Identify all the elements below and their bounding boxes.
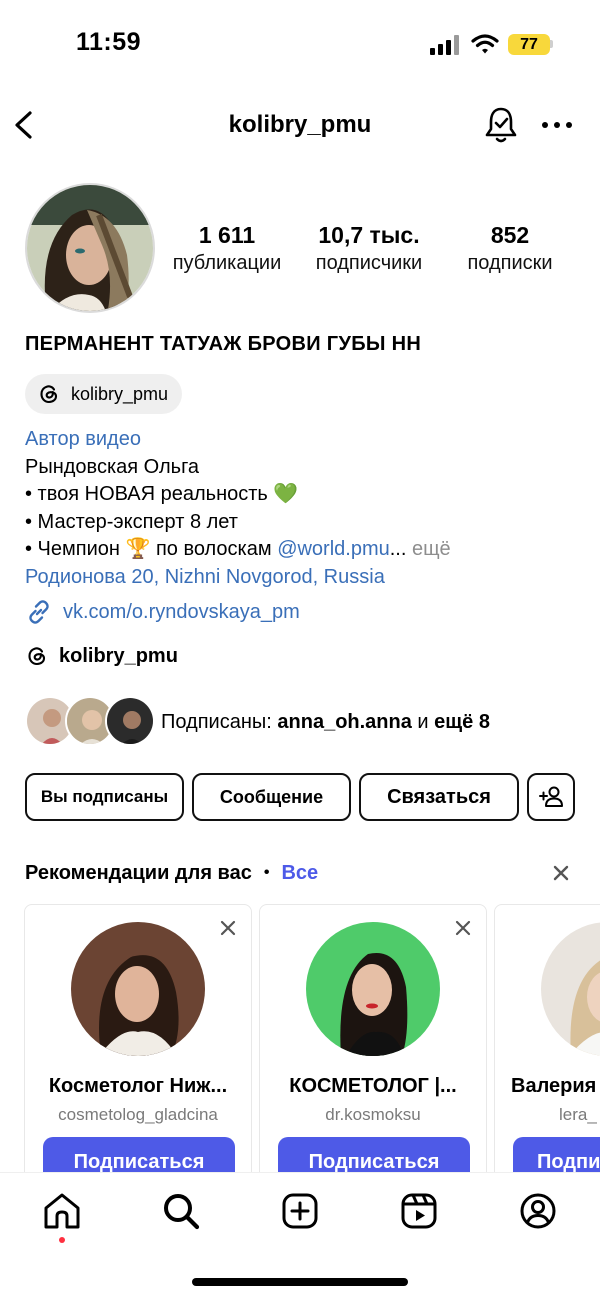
- stat-posts-value: 1 611: [198, 222, 256, 248]
- website-label: vk.com/o.ryndovskaya_pm: [63, 600, 300, 623]
- stat-followers-label: подписчики: [315, 252, 423, 274]
- close-icon[interactable]: [217, 917, 239, 939]
- mutual-rest: ещё 8: [434, 710, 490, 733]
- suggestion-card[interactable]: Валерия lera_ Подпи: [494, 904, 600, 1184]
- threads-icon: [28, 647, 46, 666]
- profile-display-name: ПЕРМАНЕНТ ТАТУАЖ БРОВИ ГУБЫ НН: [25, 333, 422, 355]
- suggestion-name: КОСМЕТОЛОГ |...: [289, 1075, 457, 1097]
- add-person-button[interactable]: [527, 773, 575, 821]
- mutual-followers-text: Подписаны: anna_oh.anna и ещё 8: [161, 711, 490, 734]
- suggestion-card[interactable]: Косметолог Ниж... cosmetolog_gladcina По…: [24, 904, 252, 1184]
- suggestion-handle: dr.kosmoksu: [325, 1105, 421, 1124]
- stat-following-label: подписки: [467, 252, 553, 274]
- status-time: 11:59: [76, 28, 142, 56]
- bio-text: • Чемпион 🏆 по волоскам: [25, 538, 278, 560]
- bio-ellipsis: ...: [389, 538, 407, 560]
- stat-following[interactable]: 852 подписки: [458, 220, 562, 276]
- bio-line: Рындовская Ольга: [25, 455, 200, 478]
- bell-icon[interactable]: [482, 103, 520, 147]
- mutual-name: anna_oh.anna: [277, 710, 412, 733]
- bio-line-last: • Чемпион 🏆 по волоскам @world.pmu... ещ…: [25, 536, 585, 564]
- battery-indicator: 77: [508, 34, 550, 55]
- avatar: [105, 696, 155, 746]
- threads-profile-link[interactable]: kolibry_pmu: [25, 644, 178, 668]
- message-button[interactable]: Сообщение: [192, 773, 351, 821]
- stat-following-value: 852: [490, 222, 530, 248]
- mutual-followers[interactable]: Подписаны: anna_oh.anna и ещё 8: [25, 696, 490, 748]
- mutual-prefix: Подписаны:: [161, 710, 278, 733]
- bio-more-link[interactable]: ещё: [406, 538, 451, 560]
- stat-followers-value: 10,7 тыс.: [318, 222, 420, 248]
- suggestion-name: Косметолог Ниж...: [48, 1075, 228, 1097]
- profile-address-link[interactable]: Родионова 20, Nizhni Novgorod, Russia: [25, 564, 585, 592]
- status-bar: 11:59 77: [0, 0, 600, 90]
- suggestion-avatar[interactable]: [541, 922, 600, 1056]
- wifi-icon: [471, 34, 499, 54]
- threads-icon: [40, 385, 58, 404]
- following-button[interactable]: Вы подписаны: [25, 773, 184, 821]
- profile-header: kolibry_pmu: [0, 95, 600, 155]
- profile-icon[interactable]: [516, 1189, 560, 1233]
- stat-followers[interactable]: 10,7 тыс. подписчики: [304, 220, 434, 276]
- close-icon[interactable]: [452, 917, 474, 939]
- bio-line: • Мастер-эксперт 8 лет: [25, 510, 238, 533]
- website-link[interactable]: vk.com/o.ryndovskaya_pm: [25, 598, 300, 626]
- notification-dot: [59, 1237, 65, 1243]
- contact-button[interactable]: Связаться: [359, 773, 519, 821]
- cellular-signal-icon: [430, 35, 459, 55]
- threads-badge-label: kolibry_pmu: [71, 383, 169, 404]
- battery-tip: [550, 40, 553, 48]
- threads-handle: kolibry_pmu: [59, 644, 178, 667]
- recommendations-title: Рекомендации для вас: [25, 861, 252, 884]
- suggestion-avatar[interactable]: [306, 922, 440, 1056]
- profile-photo: [27, 185, 153, 311]
- stat-posts-label: публикации: [172, 252, 282, 274]
- add-person-icon: [539, 786, 563, 807]
- profile-bio: Автор видео Рындовская Ольга • твоя НОВА…: [25, 426, 585, 591]
- recommendations-header: Рекомендации для вас • Все: [25, 858, 575, 888]
- profile-avatar[interactable]: [25, 183, 155, 313]
- bio-mention-link[interactable]: @world.pmu: [277, 538, 390, 560]
- mutual-and: и: [411, 710, 435, 733]
- mutual-avatars: [25, 696, 155, 748]
- suggestion-handle: cosmetolog_gladcina: [58, 1105, 218, 1124]
- home-indicator[interactable]: [192, 1278, 408, 1286]
- close-icon[interactable]: [549, 861, 573, 885]
- home-icon[interactable]: [40, 1189, 84, 1233]
- suggestion-handle: lera_: [559, 1105, 597, 1124]
- profile-category[interactable]: Автор видео: [25, 426, 585, 454]
- suggestion-avatar[interactable]: [71, 922, 205, 1056]
- suggestion-name: Валерия: [511, 1075, 597, 1097]
- separator-dot: •: [263, 864, 270, 881]
- reels-icon[interactable]: [397, 1189, 441, 1233]
- stat-posts[interactable]: 1 611 публикации: [166, 220, 288, 276]
- link-icon: [29, 600, 49, 624]
- create-icon[interactable]: [278, 1189, 322, 1233]
- see-all-link[interactable]: Все: [281, 862, 318, 885]
- search-icon[interactable]: [159, 1189, 203, 1233]
- suggestion-card[interactable]: КОСМЕТОЛОГ |... dr.kosmoksu Подписаться: [259, 904, 487, 1184]
- more-horizontal-icon[interactable]: [540, 113, 574, 137]
- threads-badge[interactable]: kolibry_pmu: [25, 374, 183, 414]
- bio-line: • твоя НОВАЯ реальность 💚: [25, 483, 299, 505]
